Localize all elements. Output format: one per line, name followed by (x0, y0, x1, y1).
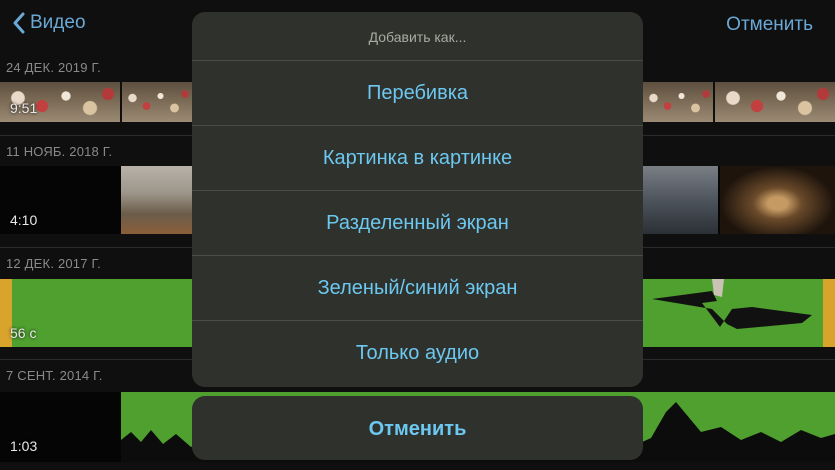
back-button[interactable]: Видео (12, 12, 86, 34)
clip-duration: 9:51 (10, 100, 38, 116)
clip-thumbnail (643, 82, 713, 122)
section-date: 12 ДЕК. 2017 Г. (6, 256, 101, 271)
back-label: Видео (30, 12, 86, 33)
option-green-blue-screen[interactable]: Зеленый/синий экран (192, 255, 643, 320)
clip-thumbnail (643, 166, 718, 234)
clip-thumbnail (715, 82, 835, 122)
option-audio-only[interactable]: Только аудио (192, 320, 643, 385)
trim-handle-right[interactable] (823, 279, 835, 347)
clip-duration: 4:10 (10, 212, 38, 228)
section-date: 24 ДЕК. 2019 Г. (6, 60, 101, 75)
clip-thumbnail (121, 166, 192, 234)
clip-thumbnail (122, 82, 192, 122)
section-date: 7 СЕНТ. 2014 Г. (6, 368, 103, 383)
clip-duration: 1:03 (10, 438, 38, 454)
clip-duration: 56 с (10, 325, 37, 341)
section-date: 11 НОЯБ. 2018 Г. (6, 144, 113, 159)
sheet-cancel-button[interactable]: Отменить (192, 396, 643, 460)
chevron-left-icon (13, 12, 25, 34)
cancel-nav-button[interactable]: Отменить (726, 14, 813, 36)
add-as-action-sheet: Добавить как... Перебивка Картинка в кар… (192, 12, 643, 387)
option-split-screen[interactable]: Разделенный экран (192, 190, 643, 255)
option-cutaway[interactable]: Перебивка (192, 60, 643, 125)
sheet-title: Добавить как... (368, 29, 467, 45)
clip-thumbnail (720, 166, 835, 234)
option-picture-in-picture[interactable]: Картинка в картинке (192, 125, 643, 190)
